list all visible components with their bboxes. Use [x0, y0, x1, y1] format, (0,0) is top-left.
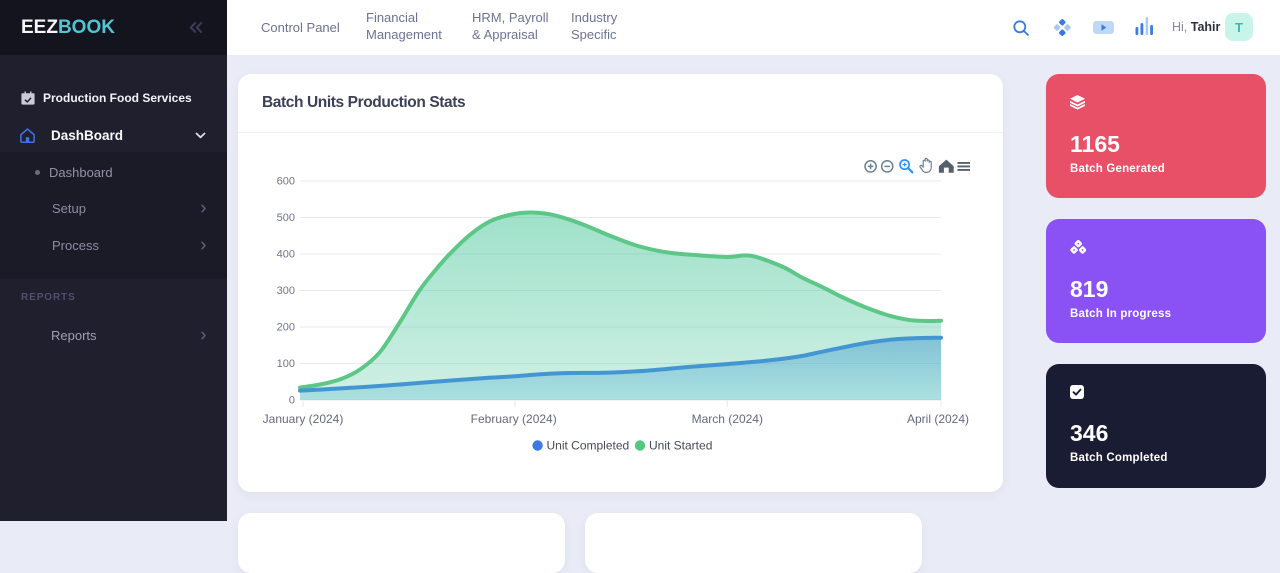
- svg-text:0: 0: [289, 395, 295, 407]
- svg-text:Unit Completed: Unit Completed: [547, 439, 630, 453]
- svg-text:500: 500: [277, 212, 295, 224]
- svg-text:600: 600: [277, 176, 295, 188]
- svg-text:March (2024): March (2024): [692, 412, 763, 426]
- svg-text:400: 400: [277, 249, 295, 261]
- svg-text:Unit Started: Unit Started: [649, 439, 712, 453]
- svg-text:100: 100: [277, 358, 295, 370]
- svg-text:January (2024): January (2024): [263, 412, 344, 426]
- svg-text:April (2024): April (2024): [907, 412, 969, 426]
- svg-text:February (2024): February (2024): [471, 412, 557, 426]
- svg-text:200: 200: [277, 322, 295, 334]
- svg-text:300: 300: [277, 285, 295, 297]
